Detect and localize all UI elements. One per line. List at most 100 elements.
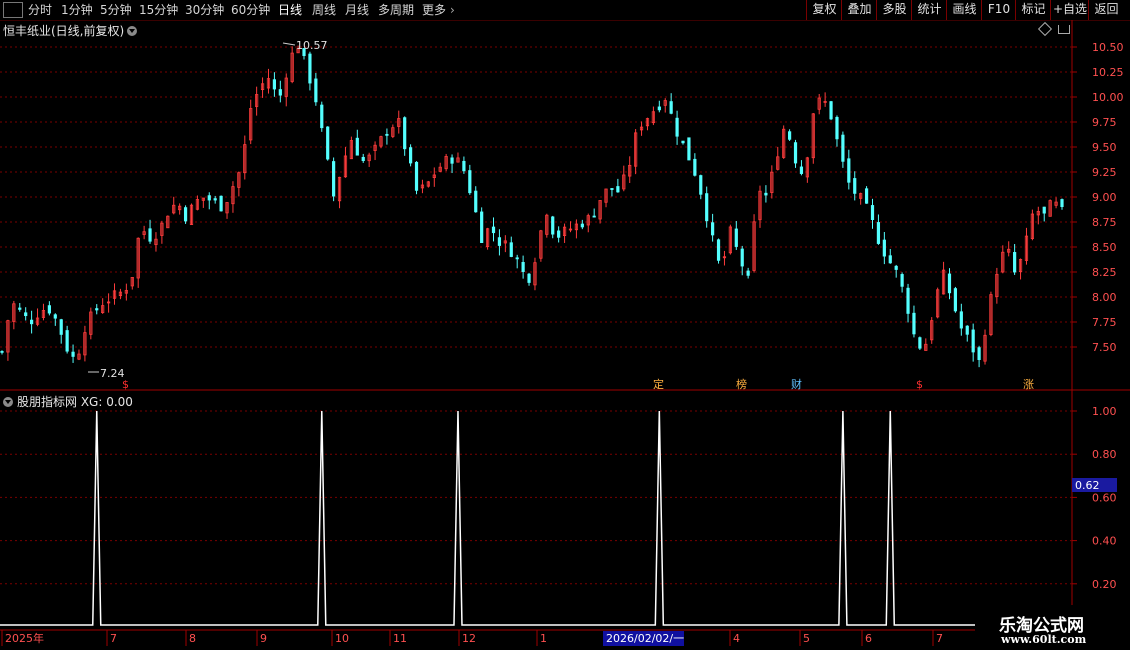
price-tick-label: 8.25 <box>1092 266 1117 279</box>
candle-body <box>876 222 881 244</box>
candle-body <box>711 222 715 236</box>
date-tick-label: 11 <box>393 632 407 645</box>
indicator-tick-label: 1.00 <box>1092 405 1117 418</box>
candle-body <box>0 350 4 353</box>
candle-body <box>183 207 188 222</box>
candle-body <box>894 265 898 270</box>
candle-body <box>65 330 69 352</box>
date-tick-label: 8 <box>189 632 196 645</box>
event-marker[interactable]: 榜 <box>736 377 747 391</box>
event-marker[interactable]: 涨 <box>1023 378 1034 391</box>
candle-body <box>716 239 721 261</box>
candle-body <box>527 273 531 283</box>
chart-canvas: 10.50 10.25 10.00 9.75 9.50 9.25 9.00 8.75 8.50 8… <box>0 20 1130 646</box>
candle-body <box>841 134 845 162</box>
candle-body <box>71 351 75 357</box>
candle-body <box>882 239 886 257</box>
candle-body <box>953 288 958 312</box>
date-tick-label: 5 <box>803 632 810 645</box>
price-tick-label: 9.75 <box>1092 116 1117 129</box>
date-tick-label: 9 <box>260 632 267 645</box>
price-gridlines <box>0 46 1072 348</box>
current-value-label: 0.62 <box>1075 479 1100 492</box>
candle-body <box>705 193 709 222</box>
candle-body <box>971 329 975 353</box>
price-tick-label: 7.75 <box>1092 316 1117 329</box>
candle-body <box>403 117 407 150</box>
candle-body <box>799 166 804 174</box>
date-tick-label: 1 <box>540 632 547 645</box>
candle-body <box>918 337 922 349</box>
candle-body <box>1060 199 1064 207</box>
date-tick-label: 7 <box>110 632 117 645</box>
indicator-line <box>0 410 1072 626</box>
candle-body <box>515 257 519 260</box>
event-marker[interactable]: 定 <box>653 377 664 391</box>
event-marker[interactable]: $ <box>916 378 923 391</box>
candle-body <box>308 53 312 84</box>
candle-body <box>409 147 413 164</box>
candle-body <box>787 131 792 140</box>
price-tick-label: 10.25 <box>1092 66 1124 79</box>
candle-body <box>687 137 691 161</box>
candle-body <box>207 195 211 201</box>
candle-body <box>480 211 484 244</box>
price-axis: 10.50 10.25 10.00 9.75 9.50 9.25 9.00 8.75 8.50 8… <box>1072 41 1124 354</box>
date-axis: 2025年 7 8 9 10 11 12 1 4 5 6 7 <box>1 630 943 646</box>
candle-body <box>764 192 768 196</box>
candle-body <box>1013 252 1017 273</box>
candle-body <box>616 186 620 193</box>
indicator-gridlines <box>0 410 1072 585</box>
date-tick-label: 6 <box>865 632 872 645</box>
candle-body <box>326 126 330 160</box>
candle-body <box>462 160 466 172</box>
indicator-tick-label: 0.40 <box>1092 535 1117 548</box>
candle-body <box>734 228 738 247</box>
candle-body <box>468 170 472 194</box>
candle-body <box>278 89 282 96</box>
candle-body <box>888 255 892 264</box>
candle-body <box>53 314 57 319</box>
date-tick-label: 2025年 <box>5 631 44 645</box>
candle-body <box>900 274 904 287</box>
candle-body <box>213 198 217 201</box>
candle-body <box>320 104 324 129</box>
candle-body <box>693 158 697 176</box>
price-tick-label: 10.50 <box>1092 41 1124 54</box>
candle-body <box>557 230 561 238</box>
event-marker[interactable]: 财 <box>791 377 802 391</box>
candle-body <box>906 287 910 314</box>
date-tick-label: 4 <box>733 632 740 645</box>
candle-body <box>580 223 584 228</box>
candle-body <box>912 312 916 335</box>
candle-body <box>610 188 614 190</box>
candle-body <box>864 188 869 204</box>
candle-body <box>414 161 419 191</box>
candle-body <box>95 308 99 311</box>
price-tick-label: 8.75 <box>1092 216 1117 229</box>
watermark: 乐淘公式网 www.60lt.com <box>975 605 1130 650</box>
indicator-tick-label: 0.80 <box>1092 448 1117 461</box>
candle-body <box>699 175 703 195</box>
candle-body <box>385 133 389 136</box>
price-tick-label: 8.50 <box>1092 241 1117 254</box>
candle-body <box>657 106 661 111</box>
candle-body <box>509 242 513 257</box>
candle-body <box>853 178 857 194</box>
candle-body <box>450 157 454 164</box>
candle-body <box>355 137 359 156</box>
candle-body <box>314 78 318 103</box>
high-annotation: 10.57 <box>282 39 328 52</box>
candle-body <box>829 101 833 120</box>
candle-body <box>18 307 22 310</box>
candle-body <box>361 156 365 162</box>
candle-body <box>669 101 673 114</box>
candle-body <box>521 262 525 272</box>
high-label: 10.57 <box>296 39 328 52</box>
candle-body <box>681 140 685 144</box>
indicator-tick-label: 0.60 <box>1092 491 1117 504</box>
candle-body <box>746 270 750 276</box>
candle-body <box>740 248 744 267</box>
price-tick-label: 9.50 <box>1092 141 1117 154</box>
date-tick-label: 10 <box>335 632 349 645</box>
